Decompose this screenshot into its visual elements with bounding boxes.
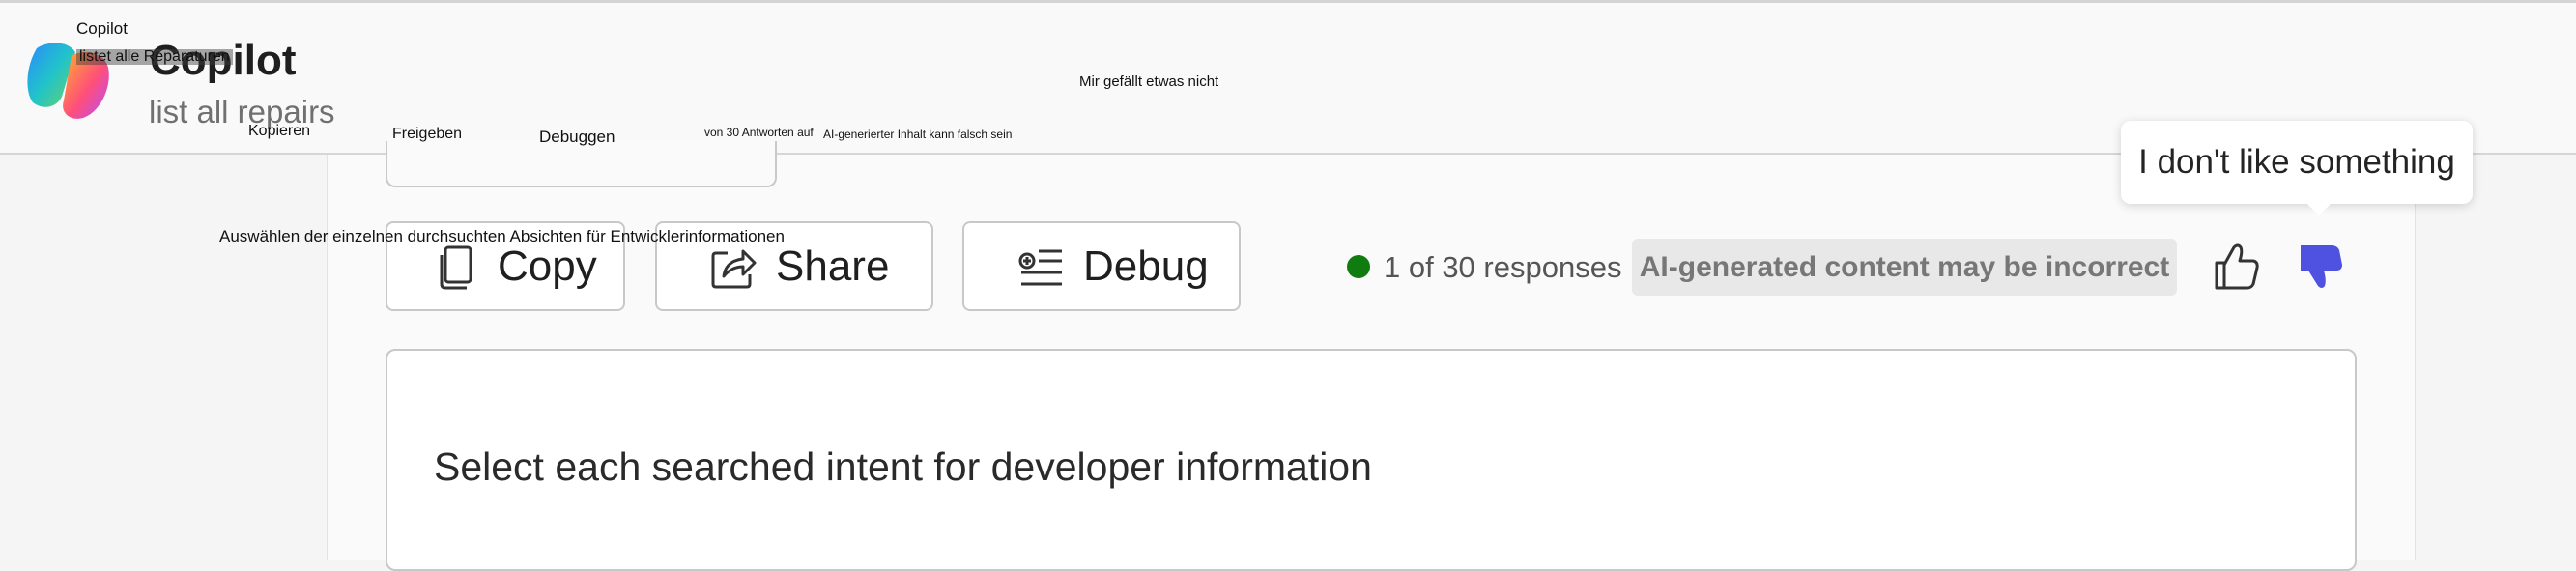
copy-icon — [440, 245, 472, 289]
overlay-intent: Auswählen der einzelnen durchsuchten Abs… — [219, 227, 785, 245]
overlay-share: Freigeben — [392, 126, 463, 142]
overlay-count: von 30 Antworten auf — [704, 126, 814, 139]
previous-card-bottom — [386, 141, 777, 187]
overlay-ai-notice: AI-generierter Inhalt kann falsch sein — [823, 128, 1013, 141]
response-count: 1 of 30 responses — [1384, 250, 1622, 284]
debug-icon — [1018, 249, 1062, 285]
debug-button[interactable]: Debug — [962, 221, 1241, 311]
ai-disclaimer-badge: AI-generated content may be incorrect — [1632, 239, 2177, 296]
overlay-copy: Kopieren — [248, 123, 311, 139]
copy-label: Copy — [498, 242, 597, 290]
share-icon — [711, 249, 757, 288]
tooltip-arrow — [2305, 202, 2333, 215]
thumbs-up-icon[interactable] — [2213, 242, 2261, 292]
thumbs-down-icon[interactable] — [2297, 242, 2345, 292]
overlay-debug: Debuggen — [539, 128, 615, 146]
intent-instruction: Select each searched intent for develope… — [434, 444, 1372, 489]
overlay-subtitle: listet alle Reparaturen — [76, 49, 233, 65]
debug-label: Debug — [1083, 242, 1209, 290]
status-dot — [1347, 255, 1370, 278]
share-label: Share — [776, 242, 890, 290]
dislike-tooltip: I don't like something — [2121, 121, 2473, 204]
overlay-dislike: Mir gefällt etwas nicht — [1079, 73, 1219, 90]
overlay-title: Copilot — [76, 19, 128, 38]
